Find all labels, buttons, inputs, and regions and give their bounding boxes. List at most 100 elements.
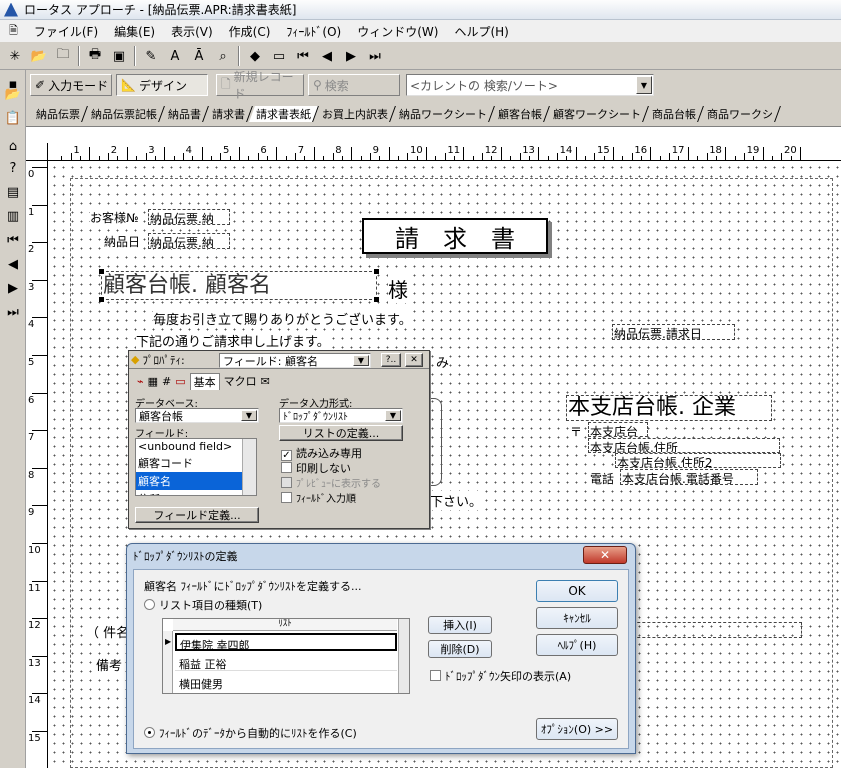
radio-field-data[interactable]: ﾌｨｰﾙﾄﾞのﾃﾞｰﾀから自動的にﾘｽﾄを作る(C) [144, 725, 357, 741]
prev-page-icon[interactable]: ◀ [3, 254, 23, 274]
input-mode-button[interactable]: ✐ 入力モード [30, 74, 112, 96]
dropdown-items-table[interactable]: ﾘｽﾄ ▶ 伊集院 幸四郎 稲益 正裕 横田健男 [162, 618, 410, 694]
font-icon[interactable]: A [164, 45, 186, 67]
menu-file[interactable]: ファイル(F) [31, 23, 101, 40]
tab-purchase-detail[interactable]: お買上内訳表 [315, 106, 396, 122]
design-button[interactable]: 📐 デザイン [116, 74, 208, 96]
tab-invoice-cover[interactable]: 請求書表紙 [249, 106, 319, 122]
field-listbox[interactable]: <unbound field> 顧客コード 顧客名 住所 [135, 438, 257, 496]
help-question-icon[interactable]: ? [3, 158, 23, 178]
tab-product-ledger[interactable]: 商品台帳 [645, 106, 704, 122]
screen-icon[interactable]: ▣ [108, 45, 130, 67]
menu-window[interactable]: ウィンドウ(W) [354, 23, 441, 40]
text-icon[interactable]: Ā [188, 45, 210, 67]
field-define-button[interactable]: フィールド定義... [135, 507, 259, 523]
properties-object-combo[interactable]: フィールド: 顧客名 ▼ [219, 353, 371, 368]
customer-name-field[interactable]: 顧客台帳. 顧客名 [101, 271, 377, 300]
delivery-date-field[interactable]: 納品伝票.納 [148, 233, 230, 249]
number-format-tab-icon[interactable]: # [162, 375, 171, 388]
input-format-select[interactable]: ﾄﾞﾛｯﾌﾟﾀﾞｳﾝﾘｽﾄ ▼ [279, 408, 403, 423]
chevron-down-icon[interactable]: ▼ [385, 410, 401, 421]
tab-customer-ledger[interactable]: 顧客台帳 [491, 106, 550, 122]
diamond-icon[interactable]: ◆ [244, 45, 266, 67]
list-item-selected[interactable]: 顧客名 [136, 472, 256, 490]
address2-field[interactable]: 本支店台帳.住所2 [615, 453, 781, 468]
menu-edit[interactable]: 編集(E) [111, 23, 158, 40]
radio-list-items[interactable]: リスト項目の種類(T) [144, 597, 262, 613]
report-icon[interactable]: ▤ [3, 182, 23, 202]
menu-create[interactable]: 作成(C) [226, 23, 274, 40]
delete-button[interactable]: 削除(D) [428, 640, 492, 658]
list-item[interactable]: <unbound field> [136, 439, 256, 454]
no-print-checkbox[interactable]: 印刷しない [281, 460, 351, 476]
first-record-icon[interactable]: ⏮ [292, 45, 314, 67]
field-box-icon[interactable]: ▭ [268, 45, 290, 67]
tab-invoice[interactable]: 請求書 [205, 106, 253, 122]
chart-tool-icon[interactable]: ▥ [3, 206, 23, 226]
tab-product-worksheet[interactable]: 商品ワークシ [700, 106, 781, 122]
script-tab-icon[interactable]: ✉ [261, 375, 270, 388]
cancel-button[interactable]: ｷｬﾝｾﾙ [536, 607, 618, 629]
chevron-down-icon[interactable]: ▼ [353, 355, 369, 366]
options-button[interactable]: ｵﾌﾟｼｮﾝ(O) >> [536, 718, 618, 740]
house-icon[interactable]: ⌂ [3, 136, 23, 156]
invoice-date-field[interactable]: 納品伝票.請求日 [612, 324, 735, 340]
font-tab-icon[interactable]: ⌁ [137, 375, 144, 388]
address-field[interactable]: 本支店台帳.住所 [588, 438, 780, 453]
insert-button[interactable]: 挿入(I) [428, 616, 492, 634]
read-only-checkbox[interactable]: ✓ 読み込み専用 [281, 445, 362, 461]
dropdown-close-button[interactable]: ✕ [583, 546, 627, 564]
list-item[interactable]: 住所 [136, 490, 256, 495]
preview-show-checkbox[interactable]: ﾌﾟﾚﾋﾞｭｰに表示する [281, 475, 381, 490]
ok-button[interactable]: OK [536, 580, 618, 602]
company-name-field[interactable]: 本支店台帳. 企業 [566, 395, 772, 421]
tab-customer-worksheet[interactable]: 顧客ワークシート [546, 106, 649, 122]
brush-icon[interactable]: ✎ [140, 45, 162, 67]
tab-basic[interactable]: 基本 [189, 372, 220, 390]
tab-delivery-note[interactable]: 納品書 [161, 106, 209, 122]
tab-delivery-slip-book[interactable]: 納品伝票記帳 [84, 106, 165, 122]
search-button[interactable]: ⚲ 検索 [308, 74, 400, 96]
properties-help-button[interactable]: ?.. [381, 353, 401, 367]
menu-field[interactable]: ﾌｨｰﾙﾄﾞ(O) [283, 23, 344, 40]
listbox-scrollbar[interactable] [242, 439, 256, 495]
color-tab-icon[interactable]: ▦ [148, 375, 158, 388]
drawing-tool-icon[interactable]: 📂 [3, 84, 23, 104]
customer-no-field[interactable]: 納品伝票.納 [148, 209, 230, 225]
last-page-icon[interactable]: ⏭ [3, 302, 23, 322]
print-icon[interactable]: 🖶 [84, 45, 106, 67]
prev-record-icon[interactable]: ◀ [316, 45, 338, 67]
database-select[interactable]: 顧客台帳 ▼ [135, 408, 259, 423]
input-order-checkbox[interactable]: ﾌｨｰﾙﾄﾞ入力順 [281, 490, 356, 505]
page-tool-icon[interactable]: 📋 [3, 108, 23, 128]
tel-field[interactable]: 本支店台帳.電話番号 [620, 469, 758, 485]
chevron-down-icon[interactable]: ▼ [636, 76, 652, 94]
show-arrow-checkbox[interactable]: ﾄﾞﾛｯﾌﾟﾀﾞｳﾝ矢印の表示(A) [430, 668, 571, 684]
doc-icon[interactable]: 🗎 [6, 22, 21, 41]
next-page-icon[interactable]: ▶ [3, 278, 23, 298]
search-replace-icon[interactable]: ⌕ [212, 45, 234, 67]
new-icon[interactable]: ✳ [4, 45, 26, 67]
new-record-button[interactable]: 🗋 新規レコード [216, 70, 304, 101]
invoice-title[interactable]: 請 求 書 [362, 218, 548, 254]
help-button[interactable]: ﾍﾙﾌﾟ(H) [536, 634, 618, 656]
menu-view[interactable]: 表示(V) [168, 23, 216, 40]
table-scrollbar[interactable] [398, 619, 409, 693]
list-define-button[interactable]: リストの定義... [279, 425, 403, 441]
next-record-icon[interactable]: ▶ [340, 45, 362, 67]
folder-icon[interactable]: 🗀 [52, 45, 74, 67]
tab-delivery-worksheet[interactable]: 納品ワークシート [392, 106, 495, 122]
table-row[interactable]: 横田健男 [175, 673, 397, 691]
menu-help[interactable]: ヘルプ(H) [451, 23, 511, 40]
tab-delivery-slip[interactable]: 納品伝票 [29, 106, 88, 122]
table-row[interactable]: 伊集院 幸四郎 [175, 633, 397, 652]
first-page-icon[interactable]: ⏮ [3, 230, 23, 250]
open-icon[interactable]: 📂 [28, 45, 50, 67]
properties-close-button[interactable]: ✕ [405, 353, 423, 367]
chevron-down-icon[interactable]: ▼ [241, 410, 257, 421]
search-sort-combo[interactable]: <カレントの 検索/ソート> ▼ [406, 74, 654, 96]
table-row[interactable]: 稲益 正裕 [175, 653, 397, 671]
last-record-icon[interactable]: ⏭ [364, 45, 386, 67]
list-item[interactable]: 顧客コード [136, 454, 256, 472]
dimensions-tab-icon[interactable]: ▭ [175, 375, 185, 388]
